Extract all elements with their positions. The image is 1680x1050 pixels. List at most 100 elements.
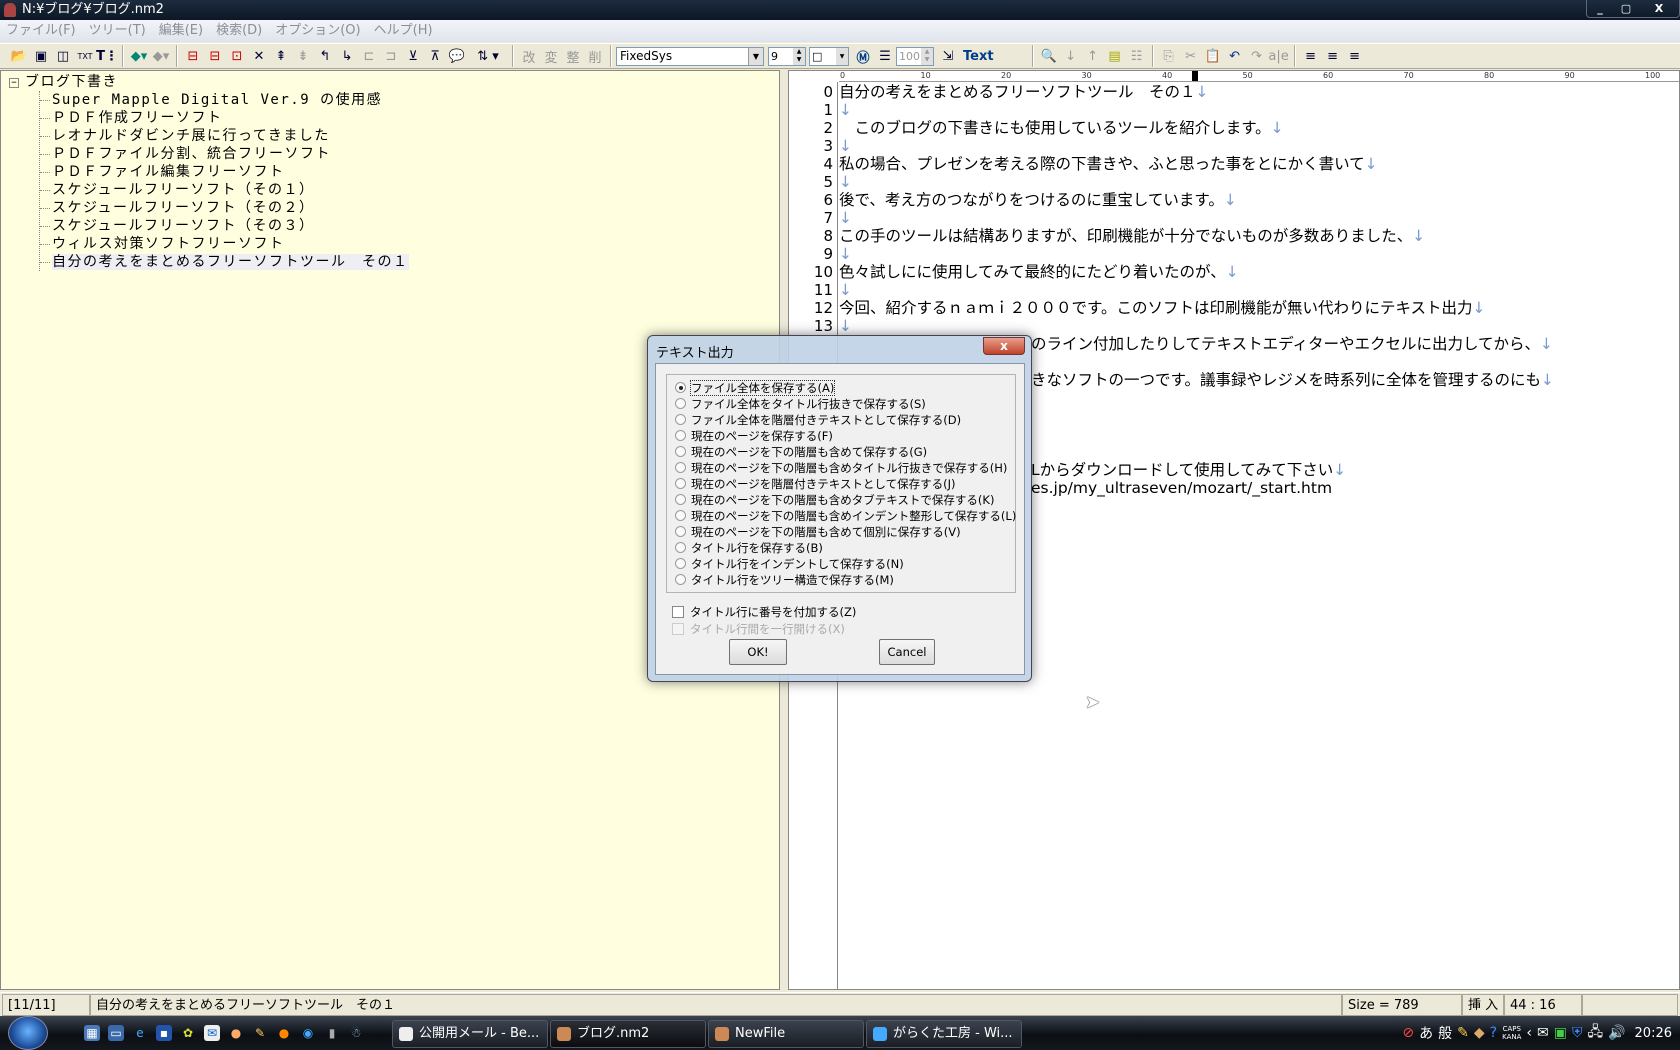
tree-root[interactable]: − ブログ下書き [9,73,118,91]
output-option-radio[interactable]: タイトル行をツリー構造で保存する(M) [675,572,894,588]
wrap-icon[interactable]: ⇲ [937,45,959,67]
move-up-icon[interactable]: ⇞ [270,45,292,67]
output-option-radio[interactable]: 現在のページを下の階層も含めて保存する(G) [675,444,927,460]
network-icon[interactable]: 🖧 [1587,1021,1603,1045]
output-option-radio[interactable]: 現在のページを下の階層も含めタイトル行抜きで保存する(H) [675,460,1007,476]
redo-icon[interactable]: ↷ [1246,45,1268,67]
volume-icon[interactable]: 🔊 [1608,1025,1625,1041]
move-down-icon[interactable]: ⇟ [292,45,314,67]
collapse-icon[interactable]: − [9,78,19,88]
kanji-kai-icon[interactable]: 改 [518,45,540,67]
flower-icon[interactable]: ✿ [180,1025,196,1041]
mark-icon[interactable]: Ⓜ [852,45,874,67]
show-desktop-icon[interactable]: ▦ [84,1025,100,1041]
back-icon[interactable]: ◆▾ [128,45,150,67]
export-icon[interactable]: ⊼ [424,45,446,67]
layout-icon[interactable]: ◫ [52,45,74,67]
mail-tray-icon[interactable]: ✉ [1537,1025,1549,1041]
kanji-hen-icon[interactable]: 変 [540,45,562,67]
output-option-radio[interactable]: ファイル全体を階層付きテキストとして保存する(D) [675,412,961,428]
text-tree-icon[interactable]: T⋮ [96,45,118,67]
app-icon[interactable]: ● [228,1025,244,1041]
find-next-icon[interactable]: ↓ [1060,45,1082,67]
output-option-radio[interactable]: 現在のページを階層付きテキストとして保存する(J) [675,476,955,492]
tree-item[interactable]: スケジュールフリーソフト（その１） [40,181,409,199]
tree-item[interactable]: ＰＤＦファイル編集フリーソフト [40,163,409,181]
menu-search[interactable]: 検索(D) [216,20,262,42]
ime-mode[interactable]: あ [1419,1023,1433,1043]
zoom-stepper[interactable]: 100 ▲ ▼ [896,46,934,66]
kanji-saku-icon[interactable]: 削 [584,45,606,67]
outline-icon[interactable]: ▤ [1104,45,1126,67]
ok-button[interactable]: OK! [729,639,787,665]
shield-icon[interactable]: ⛨ [1572,1025,1583,1041]
level-down-icon[interactable]: ↳ [336,45,358,67]
menu-options[interactable]: オプション(O) [275,20,360,42]
font-size-stepper[interactable]: 9 ▲ ▼ [768,46,806,66]
output-option-radio[interactable]: 現在のページを下の階層も含めインデント整形して保存する(L) [675,508,1016,524]
menu-file[interactable]: ファイル(F) [6,20,76,42]
output-option-radio[interactable]: タイトル行を保存する(B) [675,540,823,556]
menu-edit[interactable]: 編集(E) [159,20,203,42]
output-option-radio[interactable]: ファイル全体を保存する(A) [675,380,836,396]
taskbar-button[interactable]: 公開用メール - Be... [392,1020,548,1048]
tree-item[interactable]: ＰＤＦ作成フリーソフト [40,109,409,127]
help-icon[interactable]: ? [1490,1025,1497,1041]
output-option-radio[interactable]: ファイル全体をタイトル行抜きで保存する(S) [675,396,926,412]
expand-icon[interactable]: ⊐ [380,45,402,67]
timer-icon[interactable]: ● [276,1025,292,1041]
find-prev-icon[interactable]: ↑ [1082,45,1104,67]
add-node-icon[interactable]: ⊡ [226,45,248,67]
output-option-radio[interactable]: タイトル行をインデントして保存する(N) [675,556,904,572]
spell-icon[interactable]: a|e [1268,45,1290,67]
taskbar-button[interactable]: NewFile [708,1020,864,1048]
tree-item[interactable]: スケジュールフリーソフト（その２） [40,199,409,217]
find-icon[interactable]: 🔍 [1038,45,1060,67]
tree-item[interactable]: ＰＤＦファイル分割、統合フリーソフト [40,145,409,163]
text-open-icon[interactable]: TXT [74,45,96,67]
tool-icon[interactable]: ✎ [1457,1025,1469,1041]
restore-button[interactable]: ▢ [1613,0,1639,17]
forward-icon[interactable]: ◆▾ [150,45,172,67]
align-center-icon[interactable]: ≡ [1322,45,1344,67]
import-icon[interactable]: ⊻ [402,45,424,67]
antivirus-icon[interactable]: ▣ [1554,1025,1567,1041]
start-button[interactable] [8,1016,48,1050]
align-left-icon[interactable]: ≡ [1300,45,1322,67]
save-icon[interactable]: ▣ [30,45,52,67]
cut-icon[interactable]: ✂ [1180,45,1202,67]
list-icon[interactable]: ☷ [1126,45,1148,67]
mail-icon[interactable]: ✉ [204,1025,220,1041]
paste-icon[interactable]: 📋 [1202,45,1224,67]
output-option-radio[interactable]: 現在のページを保存する(F) [675,428,833,444]
minimize-button[interactable]: _ [1587,0,1613,17]
window-switch-icon[interactable]: ▭ [108,1025,124,1041]
tree-item[interactable]: レオナルドダビンチ展に行ってきました [40,127,409,145]
number-titles-checkbox[interactable]: タイトル行に番号を付加する(Z) [672,604,856,620]
close-button[interactable]: X [1639,0,1679,17]
media-icon[interactable]: ▮ [324,1025,340,1041]
output-option-radio[interactable]: 現在のページを下の階層も含めて個別に保存する(V) [675,524,961,540]
tree-item[interactable]: Super Mapple Digital Ver.9 の使用感 [40,91,409,109]
font-select[interactable]: FixedSys ▼ [616,46,764,66]
text-button[interactable]: Text [963,49,994,64]
output-option-radio[interactable]: 現在のページを下の階層も含めタブテキストで保存する(K) [675,492,994,508]
computer-icon[interactable]: ▪ [156,1025,172,1041]
level-up-icon[interactable]: ↰ [314,45,336,67]
add-child-icon[interactable]: ⊟ [204,45,226,67]
add-sibling-icon[interactable]: ⊟ [182,45,204,67]
chevron-left-icon[interactable]: ‹ [1526,1025,1532,1041]
globe-icon[interactable]: ◉ [300,1025,316,1041]
note-icon[interactable]: ✎ [252,1025,268,1041]
delete-icon[interactable]: ✕ [248,45,270,67]
taskbar-button[interactable]: がらくた工房 - Wi... [866,1020,1022,1048]
ime-conversion[interactable]: 般 [1438,1023,1452,1043]
box-style-select[interactable]: □ ▼ [809,46,849,66]
dictionary-icon[interactable]: ◆ [1474,1025,1485,1041]
tree-item[interactable]: ウィルス対策ソフトフリーソフト [40,235,409,253]
character-icon[interactable]: ☃ [348,1025,364,1041]
tree-item[interactable]: スケジュールフリーソフト（その３） [40,217,409,235]
tree-item[interactable]: 自分の考えをまとめるフリーソフトツール その１ [40,253,409,271]
kanji-sei-icon[interactable]: 整 [562,45,584,67]
ime-icon[interactable]: ⊘ [1402,1025,1414,1041]
